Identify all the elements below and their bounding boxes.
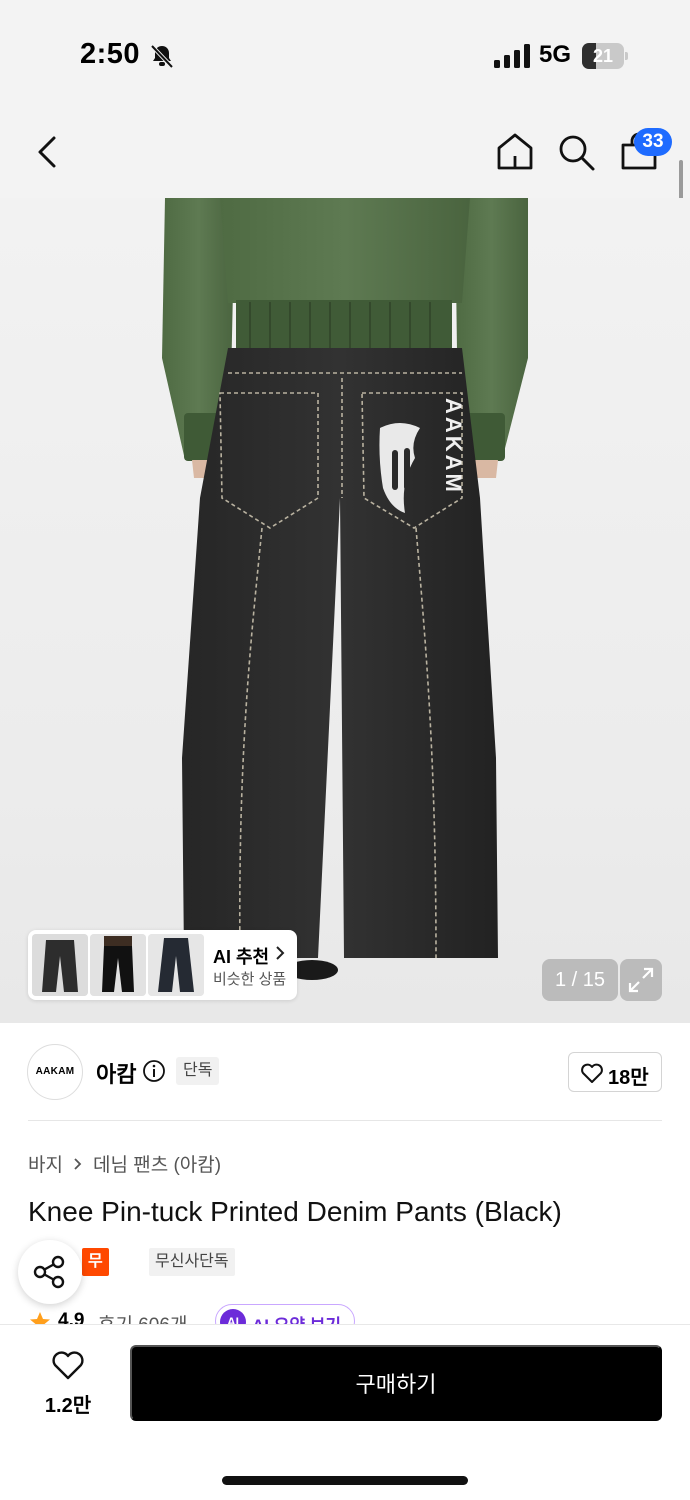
brand-name[interactable]: 아캄 xyxy=(96,1057,136,1089)
brand-like-button[interactable]: 18만 xyxy=(568,1052,662,1092)
expand-icon[interactable] xyxy=(620,959,662,1001)
similar-product-thumbnail[interactable] xyxy=(90,934,146,996)
divider xyxy=(28,1120,662,1121)
rating-row: 4.9 후기 606개 AI AI 요약 보기 xyxy=(28,1304,428,1326)
star-icon xyxy=(30,1312,50,1326)
rating-value: 4.9 xyxy=(58,1310,85,1326)
wishlist-button[interactable]: 1.2만 xyxy=(38,1349,98,1419)
product-title: Knee Pin-tuck Printed Denim Pants (Black… xyxy=(28,1196,562,1227)
share-button[interactable] xyxy=(18,1240,82,1304)
battery-level: 21 xyxy=(592,46,614,66)
home-indicator[interactable] xyxy=(222,1476,468,1485)
tag-musinsa-exclusive: 무신사단독 xyxy=(149,1248,235,1276)
top-nav xyxy=(0,110,690,198)
wishlist-count: 1.2만 xyxy=(44,1395,92,1417)
exclusive-badge: 단독 xyxy=(176,1057,220,1085)
ai-recommendation-subtitle: 비슷한 상품 xyxy=(213,971,287,988)
brand-row: AAKAM 아캄 단독 18만 xyxy=(0,1023,690,1121)
heart-icon xyxy=(581,1063,603,1083)
ai-recommendation-title: AI 추천 xyxy=(213,947,270,967)
battery-icon: 21 xyxy=(582,43,628,69)
product-image-gallery[interactable]: AAKAM xyxy=(0,198,690,1023)
buy-button[interactable]: 구매하기 xyxy=(130,1345,662,1421)
review-count-link[interactable]: 후기 606개 xyxy=(98,1310,187,1326)
ai-summary-label: AI 요약 보기 xyxy=(252,1316,342,1326)
heart-icon xyxy=(52,1351,84,1380)
image-page-counter: 1 / 15 xyxy=(542,959,618,1001)
tag-mujinjang: 무진장 xyxy=(82,1248,109,1326)
search-icon[interactable] xyxy=(555,130,597,174)
status-time: 2:50 xyxy=(80,38,141,70)
back-icon[interactable] xyxy=(28,130,68,174)
print-text: AAKAM xyxy=(441,398,466,495)
home-icon[interactable] xyxy=(494,130,536,174)
bell-muted-icon xyxy=(150,44,174,69)
similar-product-thumbnail[interactable] xyxy=(148,934,204,996)
bottom-action-bar: 1.2만 구매하기 xyxy=(0,1325,690,1500)
similar-product-thumbnail[interactable] xyxy=(32,934,88,996)
product-photo: AAKAM xyxy=(162,198,528,980)
chevron-right-icon xyxy=(74,1157,82,1170)
ai-recommendation-card[interactable]: AI 추천 비슷한 상품 xyxy=(28,930,297,1000)
chevron-right-icon xyxy=(276,946,285,960)
status-bar: 2:50 5G 21 xyxy=(0,0,690,110)
ai-icon: AI xyxy=(220,1309,246,1326)
signal-icon xyxy=(494,44,530,68)
breadcrumb: 바지 데님 팬츠 (아캄) xyxy=(28,1150,221,1177)
share-icon xyxy=(33,1255,65,1289)
breadcrumb-item-subcategory[interactable]: 데님 팬츠 (아캄) xyxy=(93,1150,221,1177)
breadcrumb-item-category[interactable]: 바지 xyxy=(28,1150,63,1177)
cart-count-badge: 33 xyxy=(634,128,672,156)
brand-like-count: 18만 xyxy=(608,1067,649,1089)
info-icon[interactable] xyxy=(142,1059,166,1083)
network-type: 5G xyxy=(539,41,572,68)
brand-logo[interactable]: AAKAM xyxy=(27,1044,83,1100)
ai-summary-button[interactable]: AI AI 요약 보기 xyxy=(215,1304,355,1326)
